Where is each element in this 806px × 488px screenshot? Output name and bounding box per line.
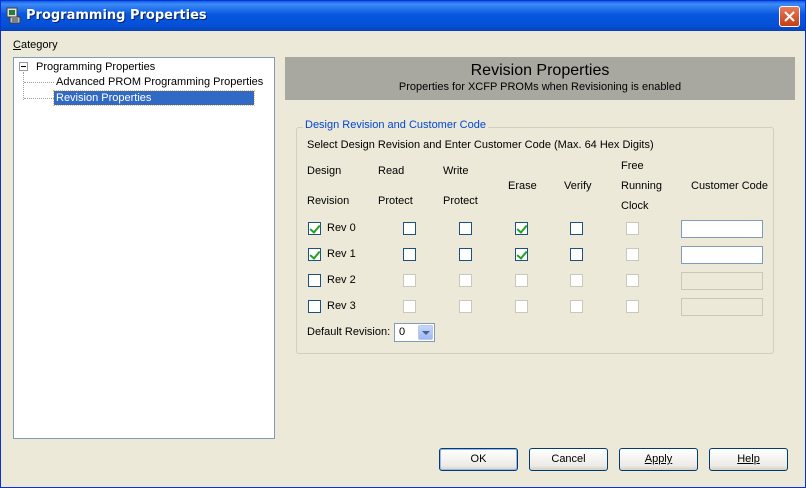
default-revision-label: Default Revision: — [307, 326, 391, 338]
rev0-verify-checkbox[interactable] — [570, 222, 583, 235]
rev1-free-clock-checkbox — [626, 248, 639, 261]
rev2-customer-code-input — [681, 272, 763, 290]
tree-item-programming-properties[interactable]: Programming Properties — [34, 60, 157, 74]
col-write-header-2: Protect — [443, 195, 478, 207]
rev3-design-checkbox[interactable] — [308, 300, 321, 313]
rev0-erase-checkbox[interactable] — [515, 222, 528, 235]
rev2-erase-checkbox — [515, 274, 528, 287]
tree-item-advanced-prom[interactable]: Advanced PROM Programming Properties — [54, 75, 265, 89]
instruction-text: Select Design Revision and Enter Custome… — [307, 139, 654, 151]
rev2-free-clock-checkbox — [626, 274, 639, 287]
rev3-free-clock-checkbox — [626, 300, 639, 313]
rev0-customer-code-input[interactable] — [681, 220, 763, 238]
tree-item-revision-properties[interactable]: Revision Properties — [53, 90, 255, 106]
help-button[interactable]: Help — [709, 448, 788, 471]
window-title: Programming Properties — [26, 8, 207, 23]
default-revision-value: 0 — [399, 326, 406, 338]
collapse-icon[interactable] — [19, 62, 28, 71]
tree-connector — [24, 82, 54, 83]
apply-button-label: Apply — [644, 453, 673, 465]
col-verify-header: Verify — [564, 180, 592, 192]
col-design-header-2: Revision — [307, 195, 350, 207]
rev1-write-protect-checkbox[interactable] — [459, 248, 472, 261]
col-design-header: Design — [307, 165, 342, 177]
rev3-verify-checkbox — [570, 300, 583, 313]
close-icon — [784, 11, 795, 22]
rev3-write-protect-checkbox — [459, 300, 472, 313]
page-title: Revision Properties — [470, 62, 610, 79]
page-subtitle: Properties for XCFP PROMs when Revisioni… — [398, 81, 682, 93]
cancel-button[interactable]: Cancel — [529, 448, 608, 471]
category-label: Category — [13, 39, 58, 51]
rev0-label: Rev 0 — [327, 222, 356, 234]
help-button-label: Help — [737, 453, 760, 465]
rev2-label: Rev 2 — [327, 274, 356, 286]
dialog-window: Programming Properties Category Programm… — [0, 0, 806, 488]
col-read-header-2: Protect — [378, 195, 413, 207]
col-free-header-3: Clock — [621, 200, 649, 212]
rev0-write-protect-checkbox[interactable] — [459, 222, 472, 235]
app-icon — [6, 7, 21, 24]
groupbox-title: Design Revision and Customer Code — [303, 119, 488, 131]
col-write-header: Write — [443, 165, 469, 177]
rev2-design-checkbox[interactable] — [308, 274, 321, 287]
rev2-verify-checkbox — [570, 274, 583, 287]
col-free-header: Free — [621, 160, 644, 172]
rev0-read-protect-checkbox[interactable] — [403, 222, 416, 235]
revision-groupbox — [296, 127, 774, 354]
title-bar[interactable]: Programming Properties — [1, 1, 805, 31]
col-read-header: Read — [378, 165, 405, 177]
col-code-header: Customer Code — [691, 180, 769, 192]
rev1-read-protect-checkbox[interactable] — [403, 248, 416, 261]
close-button[interactable] — [779, 6, 800, 27]
rev1-verify-checkbox[interactable] — [570, 248, 583, 261]
rev3-read-protect-checkbox — [403, 300, 416, 313]
ok-button[interactable]: OK — [439, 448, 518, 471]
default-revision-select[interactable]: 0 — [394, 323, 435, 342]
tree-connector — [24, 98, 54, 99]
rev2-write-protect-checkbox — [459, 274, 472, 287]
col-free-header-2: Running — [621, 180, 662, 192]
col-erase-header: Erase — [508, 180, 537, 192]
rev1-erase-checkbox[interactable] — [515, 248, 528, 261]
chevron-down-icon[interactable] — [418, 325, 433, 340]
rev2-read-protect-checkbox — [403, 274, 416, 287]
tree-connector — [23, 72, 24, 100]
rev1-label: Rev 1 — [327, 248, 356, 260]
apply-button[interactable]: Apply — [619, 448, 698, 471]
rev1-customer-code-input[interactable] — [681, 246, 763, 264]
page-banner: Revision Properties Properties for XCFP … — [285, 57, 795, 100]
rev3-erase-checkbox — [515, 300, 528, 313]
rev0-free-clock-checkbox — [626, 222, 639, 235]
rev3-label: Rev 3 — [327, 300, 356, 312]
rev1-design-checkbox[interactable] — [308, 248, 321, 261]
rev0-design-checkbox[interactable] — [308, 222, 321, 235]
rev3-customer-code-input — [681, 298, 763, 316]
category-tree[interactable]: Programming Properties Advanced PROM Pro… — [13, 57, 275, 439]
